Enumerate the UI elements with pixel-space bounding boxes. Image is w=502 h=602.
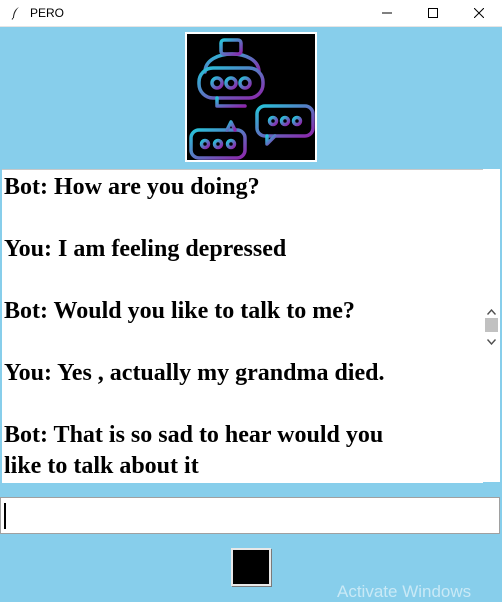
chat-text: Bot: How are you doing? You: I am feelin… xyxy=(2,170,483,482)
close-button[interactable] xyxy=(456,0,502,26)
chevron-down-icon xyxy=(486,332,497,350)
robot-chat-icon xyxy=(187,34,315,160)
chat-scrollbar[interactable] xyxy=(483,169,500,482)
close-icon xyxy=(474,8,484,18)
chat-log[interactable]: Bot: How are you doing? You: I am feelin… xyxy=(2,169,483,483)
chat-message: You: I am feeling depressed xyxy=(4,236,287,262)
chat-message: Bot: That is so sad to hear would you li… xyxy=(4,422,384,479)
minimize-icon xyxy=(382,8,392,18)
maximize-icon xyxy=(428,8,438,18)
chat-message: Bot: Would you like to talk to me? xyxy=(4,298,355,324)
maximize-button[interactable] xyxy=(410,0,456,26)
chevron-up-icon xyxy=(486,302,497,320)
scrollbar-thumb[interactable] xyxy=(485,318,498,332)
chat-message: You: Yes , actually my grandma died. xyxy=(4,360,385,386)
text-caret xyxy=(4,503,6,529)
activate-windows-watermark: Activate Windows xyxy=(337,582,472,601)
minimize-button[interactable] xyxy=(364,0,410,26)
bot-logo xyxy=(185,32,317,162)
window-title: PERO xyxy=(30,6,65,20)
scroll-up-button[interactable] xyxy=(483,302,500,319)
send-button[interactable] xyxy=(231,548,271,586)
title-bar[interactable]: PERO xyxy=(0,0,502,27)
chat-message: Bot: How are you doing? xyxy=(4,174,260,200)
feather-icon xyxy=(8,5,24,21)
scroll-down-button[interactable] xyxy=(483,332,500,349)
message-input[interactable] xyxy=(0,497,500,534)
